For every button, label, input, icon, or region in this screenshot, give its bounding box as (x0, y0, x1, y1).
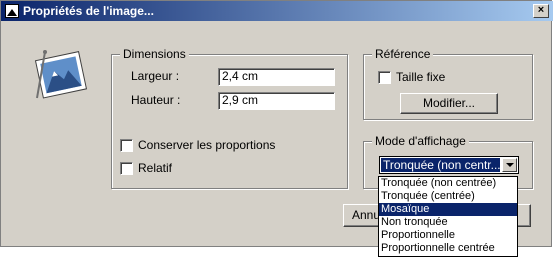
reference-group: Référence Taille fixe Modifier... (363, 47, 533, 120)
close-button[interactable]: × (533, 4, 549, 18)
fixed-size-checkbox[interactable] (378, 71, 391, 84)
dropdown-option[interactable]: Non tronquée (379, 216, 517, 229)
dropdown-option-highlighted[interactable]: Mosaïque (379, 203, 517, 216)
dropdown-option[interactable]: Tronquée (centrée) (379, 190, 517, 203)
height-label: Hauteur : (131, 93, 181, 107)
modify-button[interactable]: Modifier... (400, 93, 498, 114)
title-bar[interactable]: Propriétés de l'image... × (1, 1, 553, 21)
window-title: Propriétés de l'image... (23, 4, 154, 18)
display-mode-select[interactable]: Tronquée (non centr... (379, 156, 519, 174)
image-picture-icon (34, 50, 88, 99)
fixed-size-label: Taille fixe (396, 70, 446, 84)
display-mode-dropdown-list[interactable]: Tronquée (non centrée) Tronquée (centrée… (378, 176, 518, 257)
reference-legend: Référence (372, 47, 434, 61)
relative-label: Relatif (138, 161, 173, 175)
dimensions-legend: Dimensions (120, 47, 189, 61)
width-label: Largeur : (131, 69, 180, 83)
keep-proportions-label: Conserver les proportions (138, 138, 276, 152)
dropdown-option[interactable]: Tronquée (non centrée) (379, 177, 517, 190)
dropdown-option[interactable]: Proportionnelle (379, 229, 517, 242)
cancel-button-label: Annu (352, 208, 381, 222)
chevron-down-icon[interactable] (502, 158, 517, 172)
keep-proportions-checkbox[interactable] (120, 139, 133, 152)
dropdown-option[interactable]: Proportionnelle centrée (379, 242, 517, 255)
image-app-icon (5, 4, 19, 18)
display-mode-legend: Mode d'affichage (372, 134, 469, 148)
relative-checkbox[interactable] (120, 162, 133, 175)
width-field[interactable]: 2,4 cm (218, 68, 335, 86)
dimensions-group: Dimensions Largeur : 2,4 cm Hauteur : 2,… (111, 47, 348, 189)
height-field[interactable]: 2,9 cm (218, 92, 335, 110)
display-mode-selected-value: Tronquée (non centr... (381, 158, 500, 172)
